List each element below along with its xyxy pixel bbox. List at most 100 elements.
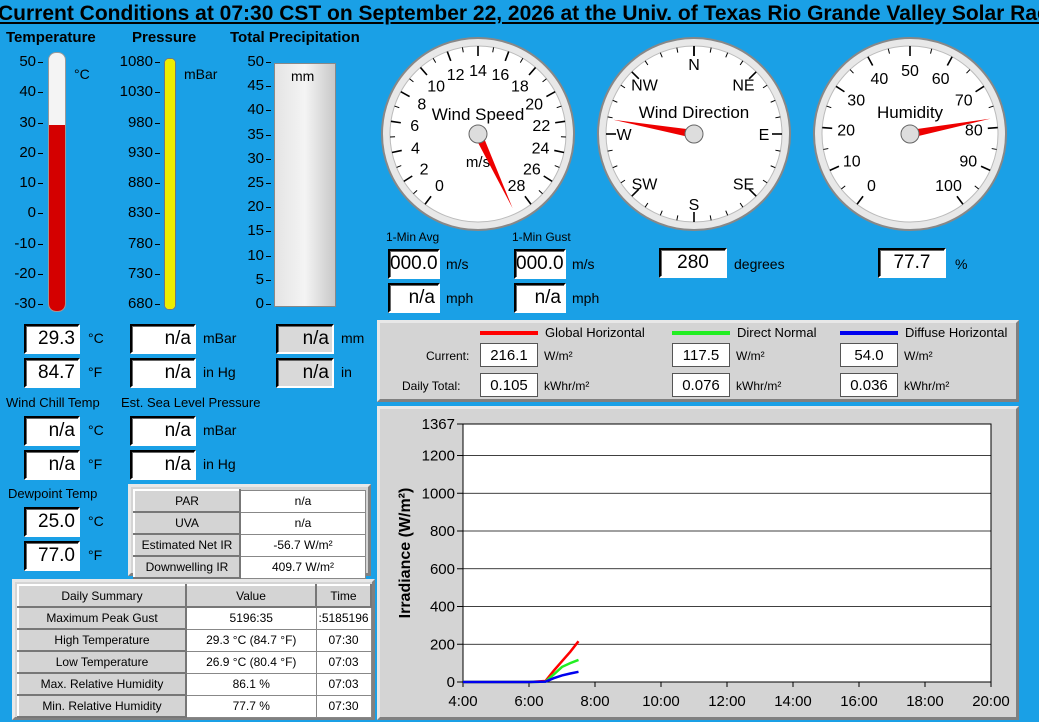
wind-direction-dial: NNEESESSWWNWWind Direction	[594, 36, 794, 232]
wind-direction-value: 280	[659, 248, 727, 278]
precipitation-in-unit: in	[341, 364, 352, 380]
table-row: Min. Relative Humidity77.7 %07:30	[18, 695, 371, 717]
wind-avg-ms-value: 000.0	[388, 249, 440, 279]
summary-row-time: 07:30	[316, 695, 371, 717]
summary-header: Value	[186, 585, 316, 607]
humidity-dial-tick-label: 90	[959, 153, 977, 170]
summary-row-time: 07:30	[316, 629, 371, 651]
daily-summary-table: Daily SummaryValueTime Maximum Peak Gust…	[17, 584, 372, 718]
wind-speed-dial: 0246810121416182022242628Wind Speedm/s	[378, 36, 578, 232]
wind-speed-dial-label: Wind Speed	[432, 105, 525, 124]
temperature-c-unit: °C	[88, 330, 104, 346]
wind-gust-ms-unit: m/s	[572, 256, 595, 272]
precipitation-scale-tick: 30	[226, 150, 264, 167]
summary-row-label: High Temperature	[18, 629, 186, 651]
chart-x-tick-label: 4:00	[448, 693, 477, 710]
wind-avg-ms-unit: m/s	[446, 256, 469, 272]
chart-x-tick-label: 20:00	[972, 693, 1010, 710]
temperature-scale-tick-mark	[38, 213, 43, 214]
summary-header: Daily Summary	[18, 585, 186, 607]
chart-plot-area	[463, 424, 991, 682]
precipitation-scale-tick-mark	[266, 256, 271, 257]
chart-y-tick-label: 400	[430, 599, 455, 616]
sea-level-mbar-unit: mBar	[203, 422, 236, 438]
radiation-panel: Global HorizontalDirect NormalDiffuse Ho…	[377, 320, 1019, 402]
current-value: 216.1	[480, 343, 538, 367]
current-unit: W/m²	[904, 349, 933, 363]
dewpoint-c-unit: °C	[88, 513, 104, 529]
extra-sensor-row: Estimated Net IR-56.7 W/m²	[134, 534, 366, 556]
humidity-dial-tick-mark	[988, 128, 998, 129]
dewpoint-label: Dewpoint Temp	[8, 486, 97, 501]
wind-direction-dial-tick-label: S	[689, 197, 700, 214]
table-row: High Temperature29.3 °C (84.7 °F)07:30	[18, 629, 371, 651]
precipitation-scale-tick-mark	[266, 207, 271, 208]
chart-x-tick-label: 6:00	[514, 693, 543, 710]
precipitation-mm-unit: mm	[341, 330, 364, 346]
pressure-scale-tick: 1080	[115, 53, 153, 70]
precipitation-scale-tick: 45	[226, 77, 264, 94]
temperature-scale-tick: -30	[0, 295, 36, 312]
humidity-dial-tick-label: 40	[870, 71, 888, 88]
daily-total-label: Daily Total:	[402, 379, 460, 393]
precipitation-tank	[274, 63, 336, 307]
precipitation-scale-tick: 40	[226, 101, 264, 118]
summary-row-label: Maximum Peak Gust	[18, 607, 186, 629]
precipitation-scale-tick-mark	[266, 231, 271, 232]
precipitation-scale-tick: 20	[226, 198, 264, 215]
wind-chill-c-unit: °C	[88, 422, 104, 438]
summary-row-label: Low Temperature	[18, 651, 186, 673]
daily-value: 0.036	[840, 373, 898, 397]
humidity-dial-tick-mark	[822, 128, 832, 129]
pressure-scale-tick-mark	[155, 183, 160, 184]
pressure-scale-tick: 980	[115, 114, 153, 131]
current-unit: W/m²	[544, 349, 573, 363]
humidity-unit: %	[955, 256, 967, 272]
wind-avg-mph-value: n/a	[388, 283, 440, 313]
wind-speed-dial-tick-label: 0	[435, 178, 444, 195]
humidity-dial-label: Humidity	[877, 103, 944, 122]
wind-speed-dial-tick-label: 4	[411, 140, 420, 157]
precipitation-scale-tick: 0	[226, 295, 264, 312]
legend-label: Global Horizontal	[545, 325, 645, 340]
daily-value: 0.076	[672, 373, 730, 397]
dewpoint-f-value: 77.0	[24, 541, 80, 571]
precipitation-scale-tick: 25	[226, 174, 264, 191]
pressure-scale-tick: 730	[115, 265, 153, 282]
pressure-scale-tick: 680	[115, 295, 153, 312]
temperature-scale-tick: 10	[0, 174, 36, 191]
temperature-scale-tick: 20	[0, 144, 36, 161]
temperature-scale-tick: -10	[0, 235, 36, 252]
table-row: Maximum Peak Gust5196:35:5185196	[18, 607, 371, 629]
wind-speed-dial-tick-label: 2	[420, 161, 429, 178]
temperature-scale-tick-mark	[38, 304, 43, 305]
dewpoint-c-value: 25.0	[24, 507, 80, 537]
wind-gust-mph-unit: mph	[572, 290, 599, 306]
summary-row-time: 07:03	[316, 673, 371, 695]
precipitation-scale-tick-mark	[266, 62, 271, 63]
chart-y-tick-label: 800	[430, 523, 455, 540]
wind-direction-dial-tick-label: SE	[733, 176, 754, 193]
humidity-dial-tick-label: 60	[932, 71, 950, 88]
thermometer	[48, 52, 66, 312]
humidity-dial-tick-label: 20	[837, 122, 855, 139]
temperature-scale-tick-mark	[38, 123, 43, 124]
summary-row-value: 86.1 %	[186, 673, 316, 695]
summary-row-value: 77.7 %	[186, 695, 316, 717]
precipitation-scale-tick: 50	[226, 53, 264, 70]
precipitation-in-value: n/a	[276, 358, 334, 388]
wind-speed-dial-tick-label: 12	[447, 67, 465, 84]
wind-speed-dial-tick-label: 28	[508, 178, 526, 195]
temperature-scale-tick-mark	[38, 92, 43, 93]
legend-label: Diffuse Horizontal	[905, 325, 1007, 340]
legend-swatch	[840, 331, 898, 335]
daily-unit: kWhr/m²	[736, 379, 781, 393]
sea-level-mbar-value: n/a	[130, 416, 196, 446]
daily-unit: kWhr/m²	[904, 379, 949, 393]
temperature-scale-tick: 0	[0, 204, 36, 221]
summary-row-time: 07:03	[316, 651, 371, 673]
sea-level-inhg-value: n/a	[130, 450, 196, 480]
chart-x-tick-label: 8:00	[580, 693, 609, 710]
wind-speed-dial-tick-label: 14	[469, 63, 487, 80]
irradiance-chart: 02004006008001000120013674:006:008:0010:…	[380, 409, 1016, 717]
